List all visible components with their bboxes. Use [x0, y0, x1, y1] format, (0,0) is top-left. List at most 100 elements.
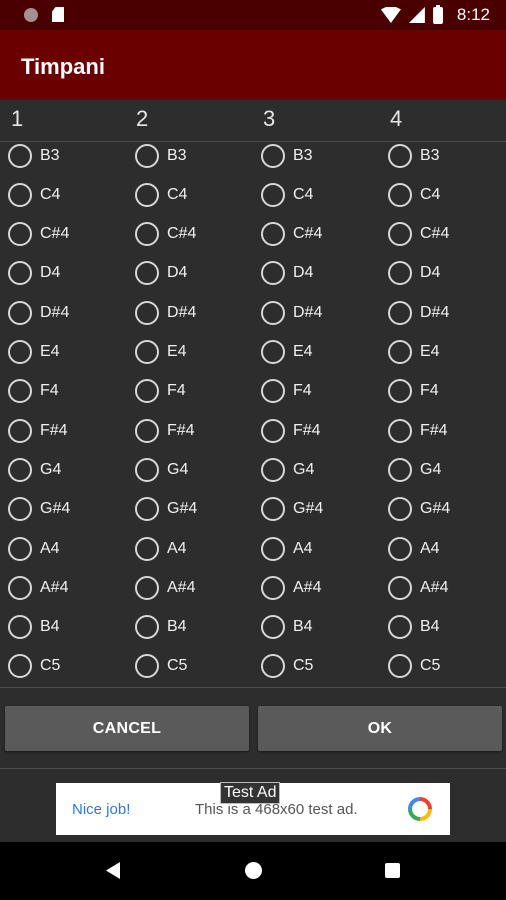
- radio-button[interactable]: [261, 222, 285, 247]
- note-radio-row[interactable]: C#4: [380, 215, 506, 254]
- note-radio-row[interactable]: G4: [380, 450, 506, 489]
- radio-button[interactable]: [388, 497, 412, 522]
- note-radio-row[interactable]: F#4: [253, 411, 379, 450]
- radio-button[interactable]: [8, 575, 32, 600]
- radio-button[interactable]: [261, 615, 285, 640]
- radio-button[interactable]: [261, 379, 285, 404]
- radio-button[interactable]: [261, 300, 285, 325]
- note-radio-row[interactable]: D#4: [380, 293, 506, 332]
- note-radio-row[interactable]: D4: [253, 254, 379, 293]
- radio-button[interactable]: [388, 222, 412, 247]
- note-radio-row[interactable]: C4: [0, 175, 126, 214]
- radio-button[interactable]: [261, 418, 285, 443]
- note-radio-row[interactable]: D#4: [253, 293, 379, 332]
- note-radio-row[interactable]: A4: [253, 529, 379, 568]
- note-radio-row[interactable]: B3: [127, 143, 253, 175]
- radio-button[interactable]: [135, 615, 159, 640]
- radio-button[interactable]: [388, 536, 412, 561]
- note-radio-row[interactable]: B4: [127, 608, 253, 647]
- note-radio-row[interactable]: C5: [127, 647, 253, 686]
- radio-button[interactable]: [388, 457, 412, 482]
- note-radio-row[interactable]: F#4: [0, 411, 126, 450]
- note-radio-row[interactable]: D4: [127, 254, 253, 293]
- radio-button[interactable]: [135, 379, 159, 404]
- radio-button[interactable]: [261, 182, 285, 207]
- radio-button[interactable]: [388, 615, 412, 640]
- radio-button[interactable]: [135, 143, 159, 168]
- note-radio-row[interactable]: C4: [127, 175, 253, 214]
- note-radio-row[interactable]: C#4: [0, 215, 126, 254]
- note-radio-row[interactable]: D4: [380, 254, 506, 293]
- note-radio-row[interactable]: C5: [380, 647, 506, 686]
- note-radio-row[interactable]: D#4: [0, 293, 126, 332]
- radio-button[interactable]: [388, 379, 412, 404]
- radio-button[interactable]: [8, 418, 32, 443]
- radio-button[interactable]: [135, 654, 159, 679]
- radio-button[interactable]: [388, 418, 412, 443]
- note-radio-row[interactable]: A#4: [380, 568, 506, 607]
- note-radio-row[interactable]: B3: [0, 143, 126, 175]
- note-radio-row[interactable]: F4: [380, 372, 506, 411]
- note-radio-row[interactable]: G#4: [253, 490, 379, 529]
- ok-button[interactable]: OK: [258, 706, 502, 751]
- radio-button[interactable]: [8, 497, 32, 522]
- home-icon[interactable]: [245, 862, 262, 879]
- note-radio-row[interactable]: C#4: [127, 215, 253, 254]
- note-radio-row[interactable]: B4: [380, 608, 506, 647]
- radio-button[interactable]: [8, 182, 32, 207]
- note-radio-row[interactable]: B4: [253, 608, 379, 647]
- note-radio-row[interactable]: E4: [253, 333, 379, 372]
- note-radio-row[interactable]: F#4: [127, 411, 253, 450]
- note-radio-row[interactable]: G#4: [380, 490, 506, 529]
- radio-button[interactable]: [8, 654, 32, 679]
- radio-button[interactable]: [388, 261, 412, 286]
- radio-button[interactable]: [135, 536, 159, 561]
- radio-button[interactable]: [8, 340, 32, 364]
- radio-button[interactable]: [135, 340, 159, 364]
- note-radio-row[interactable]: E4: [380, 333, 506, 372]
- note-radio-row[interactable]: G4: [253, 450, 379, 489]
- radio-button[interactable]: [261, 654, 285, 679]
- recent-apps-icon[interactable]: [385, 863, 400, 878]
- note-radio-row[interactable]: F#4: [380, 411, 506, 450]
- note-radio-row[interactable]: D#4: [127, 293, 253, 332]
- radio-button[interactable]: [261, 143, 285, 168]
- radio-button[interactable]: [135, 261, 159, 286]
- note-radio-row[interactable]: E4: [127, 333, 253, 372]
- radio-button[interactable]: [135, 300, 159, 325]
- radio-button[interactable]: [261, 536, 285, 561]
- note-radio-row[interactable]: B4: [0, 608, 126, 647]
- radio-button[interactable]: [8, 222, 32, 247]
- radio-button[interactable]: [135, 575, 159, 600]
- note-radio-row[interactable]: A4: [127, 529, 253, 568]
- radio-button[interactable]: [388, 143, 412, 168]
- radio-button[interactable]: [8, 536, 32, 561]
- note-radio-row[interactable]: C#4: [253, 215, 379, 254]
- radio-button[interactable]: [135, 222, 159, 247]
- note-radio-row[interactable]: A#4: [0, 568, 126, 607]
- radio-button[interactable]: [8, 300, 32, 325]
- note-radio-row[interactable]: A#4: [253, 568, 379, 607]
- radio-button[interactable]: [135, 182, 159, 207]
- back-icon[interactable]: [106, 862, 120, 879]
- radio-button[interactable]: [261, 575, 285, 600]
- radio-button[interactable]: [388, 182, 412, 207]
- radio-button[interactable]: [261, 340, 285, 364]
- radio-button[interactable]: [8, 615, 32, 640]
- note-radio-row[interactable]: G#4: [0, 490, 126, 529]
- note-radio-row[interactable]: F4: [0, 372, 126, 411]
- radio-button[interactable]: [8, 143, 32, 168]
- note-radio-row[interactable]: E4: [0, 333, 126, 372]
- note-radio-row[interactable]: D4: [0, 254, 126, 293]
- note-radio-row[interactable]: G4: [127, 450, 253, 489]
- radio-button[interactable]: [8, 379, 32, 404]
- radio-button[interactable]: [135, 497, 159, 522]
- note-radio-row[interactable]: G#4: [127, 490, 253, 529]
- note-radio-row[interactable]: F4: [127, 372, 253, 411]
- radio-button[interactable]: [388, 575, 412, 600]
- radio-button[interactable]: [135, 457, 159, 482]
- note-radio-row[interactable]: C5: [253, 647, 379, 686]
- cancel-button[interactable]: CANCEL: [5, 706, 249, 751]
- radio-button[interactable]: [135, 418, 159, 443]
- note-radio-row[interactable]: C4: [253, 175, 379, 214]
